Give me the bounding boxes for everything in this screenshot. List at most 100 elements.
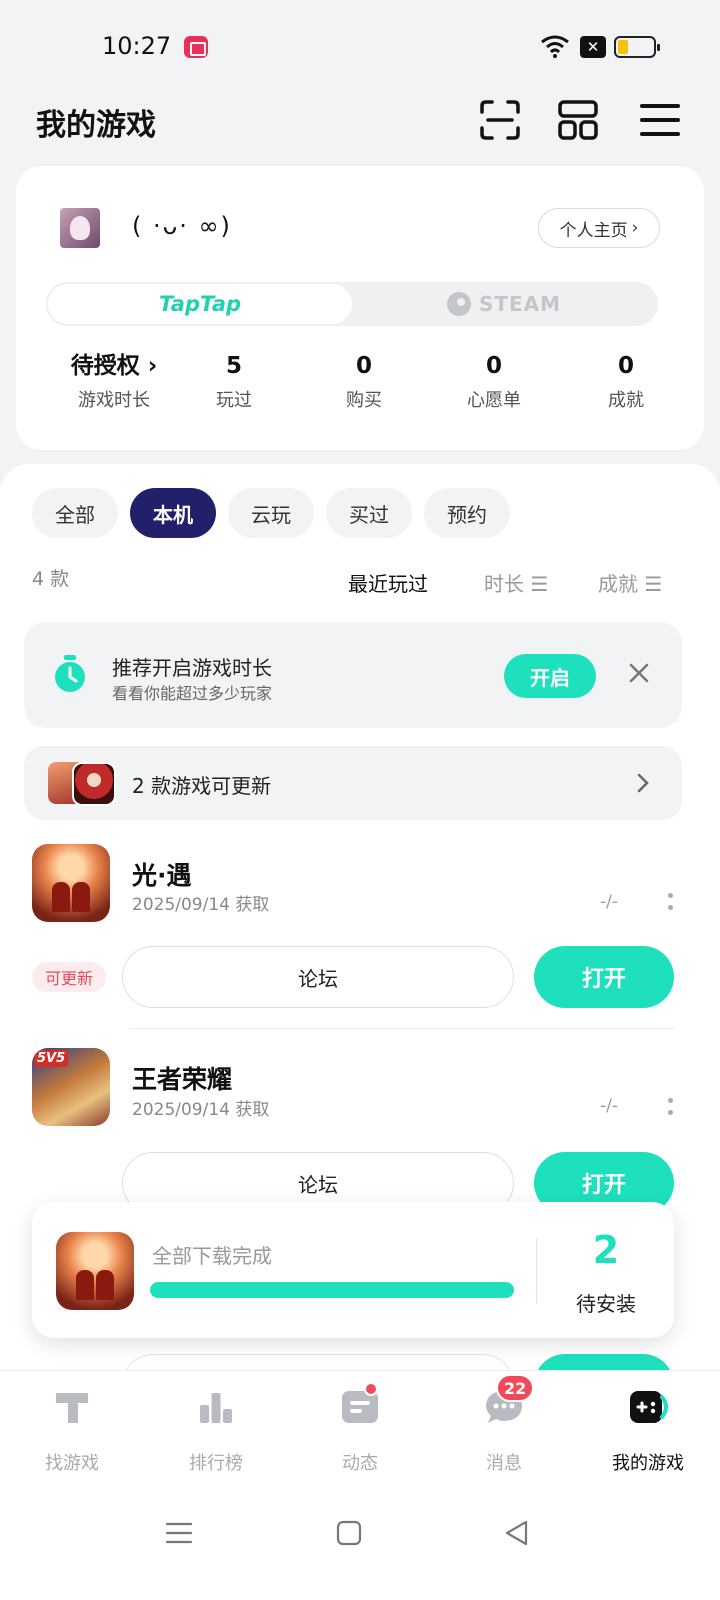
enable-playtime-button[interactable]: 开启 — [504, 654, 596, 698]
game-icon-sky[interactable] — [32, 844, 110, 922]
profile-card: ( ·ᴗ· ∞) 个人主页 › TapTap STEAM 待授权 › 游戏时长 … — [16, 166, 704, 450]
bottom-tab-bar: 找游戏 排行榜 动态 消息 我的游戏 — [0, 1370, 720, 1490]
filter-cloud[interactable]: 云玩 — [228, 488, 314, 538]
banner-title: 推荐开启游戏时长 — [112, 656, 272, 680]
tab-label: 排行榜 — [189, 1453, 243, 1474]
game-name: 光·遇 — [132, 861, 192, 890]
game-name: 王者荣耀 — [132, 1065, 233, 1094]
game-icon-sky — [56, 1232, 134, 1310]
status-time: 10:27 — [102, 32, 172, 60]
updates-available-row[interactable]: 2 款游戏可更新 — [24, 746, 682, 820]
my-games-icon — [630, 1391, 668, 1423]
notification-dot — [364, 1382, 378, 1396]
stat-label: 游戏时长 — [78, 390, 150, 411]
sort-achievement-label: 成就 — [598, 572, 638, 596]
game-acquired-date: 2025/09/14 获取 — [132, 1100, 270, 1120]
forum-button[interactable]: 论坛 — [122, 946, 514, 1008]
pending-install-count: 2 — [592, 1228, 620, 1272]
game-icon-honor-of-kings[interactable]: 5V5 — [32, 1048, 110, 1126]
game-playtime: -/- — [600, 892, 618, 912]
playtime-banner: 推荐开启游戏时长 看看你能超过多少玩家 开启 — [24, 622, 682, 728]
download-status-text: 全部下载完成 — [152, 1244, 272, 1268]
stopwatch-icon — [55, 655, 85, 692]
tab-label: 动态 — [342, 1453, 378, 1474]
sort-order-icon: ☰ — [530, 572, 549, 596]
profile-home-label: 个人主页 — [559, 220, 628, 241]
update-available-tag: 可更新 — [32, 962, 106, 992]
close-icon[interactable] — [628, 662, 650, 684]
chevron-right-icon: › — [631, 218, 639, 238]
taptap-logo-icon — [56, 1393, 88, 1423]
stat-value: 5 — [225, 353, 242, 379]
screen-record-icon — [184, 36, 208, 58]
steam-label: STEAM — [478, 292, 562, 316]
grid-layout-icon[interactable] — [556, 98, 600, 142]
sort-duration-label: 时长 — [484, 572, 524, 596]
sort-order-icon: ☰ — [644, 572, 663, 596]
more-options-icon[interactable] — [668, 893, 674, 913]
updates-text: 2 款游戏可更新 — [132, 774, 272, 798]
divider — [130, 1028, 674, 1029]
sort-achievement[interactable]: 成就 ☰ — [598, 568, 662, 597]
tab-rankings[interactable]: 排行榜 — [144, 1371, 288, 1491]
filter-reserved[interactable]: 预约 — [424, 488, 510, 538]
tab-my-games[interactable]: 我的游戏 — [576, 1371, 720, 1491]
filter-all[interactable]: 全部 — [32, 488, 118, 538]
no-sim-icon: ✕ — [580, 36, 606, 58]
stat-value: 待授权 — [70, 353, 140, 379]
stat-playtime[interactable]: 待授权 › 游戏时长 — [54, 350, 174, 412]
back-icon[interactable] — [502, 1518, 532, 1548]
home-icon[interactable] — [334, 1518, 364, 1548]
more-options-icon[interactable] — [668, 1098, 674, 1118]
game-count: 4 款 — [32, 568, 70, 590]
stat-purchased[interactable]: 0 购买 — [314, 350, 414, 412]
stat-value: 0 — [485, 353, 502, 379]
tab-taptap[interactable]: TapTap — [48, 284, 352, 324]
recent-apps-icon[interactable] — [164, 1518, 194, 1548]
profile-home-button[interactable]: 个人主页 › — [538, 208, 660, 248]
download-status-card[interactable]: 全部下载完成 2 待安装 — [32, 1202, 674, 1338]
tab-label: 消息 — [486, 1453, 522, 1474]
download-progress-bar — [150, 1282, 514, 1298]
chevron-right-icon — [637, 773, 649, 793]
download-progress-fill — [150, 1282, 514, 1298]
game-acquired-date: 2025/09/14 获取 — [132, 895, 270, 915]
stat-label: 心愿单 — [467, 390, 521, 411]
stat-played[interactable]: 5 玩过 — [184, 350, 284, 412]
stat-label: 成就 — [608, 390, 644, 411]
stat-label: 玩过 — [216, 390, 252, 411]
filter-local[interactable]: 本机 — [130, 488, 216, 538]
platform-switch: TapTap STEAM — [46, 282, 658, 326]
ranking-icon — [200, 1393, 232, 1423]
nickname: ( ·ᴗ· ∞) — [132, 212, 232, 240]
menu-icon[interactable] — [638, 98, 682, 142]
status-bar: 10:27 ✕ — [0, 0, 720, 92]
sort-duration[interactable]: 时长 ☰ — [484, 568, 548, 597]
sort-recent[interactable]: 最近玩过 — [348, 568, 428, 597]
game-playtime: -/- — [600, 1096, 618, 1116]
stat-value: 0 — [355, 353, 372, 379]
divider — [536, 1238, 537, 1304]
stats-row: 待授权 › 游戏时长 5 玩过 0 购买 0 心愿单 0 成就 — [16, 350, 704, 420]
page-title: 我的游戏 — [36, 108, 156, 143]
tab-label: 我的游戏 — [612, 1453, 684, 1474]
tab-find-games[interactable]: 找游戏 — [0, 1371, 144, 1491]
battery-icon — [614, 36, 660, 58]
game-mode-badge: 5V5 — [34, 1050, 69, 1067]
stat-label: 购买 — [346, 390, 382, 411]
banner-subtitle: 看看你能超过多少玩家 — [112, 684, 273, 703]
tab-feed[interactable]: 动态 — [288, 1371, 432, 1491]
system-nav-bar — [0, 1490, 720, 1600]
unread-count-badge: 22 — [496, 1374, 535, 1402]
game-thumbnail — [72, 762, 116, 806]
open-game-button[interactable]: 打开 — [534, 946, 674, 1008]
avatar[interactable] — [60, 208, 100, 248]
chevron-right-icon: › — [139, 353, 158, 379]
stat-value: 0 — [617, 353, 634, 379]
scan-icon[interactable] — [478, 98, 522, 142]
tab-steam[interactable]: STEAM — [352, 284, 656, 324]
filter-purchased[interactable]: 买过 — [326, 488, 412, 538]
wifi-icon — [541, 35, 569, 58]
stat-achievements[interactable]: 0 成就 — [576, 350, 676, 412]
stat-wishlist[interactable]: 0 心愿单 — [444, 350, 544, 412]
